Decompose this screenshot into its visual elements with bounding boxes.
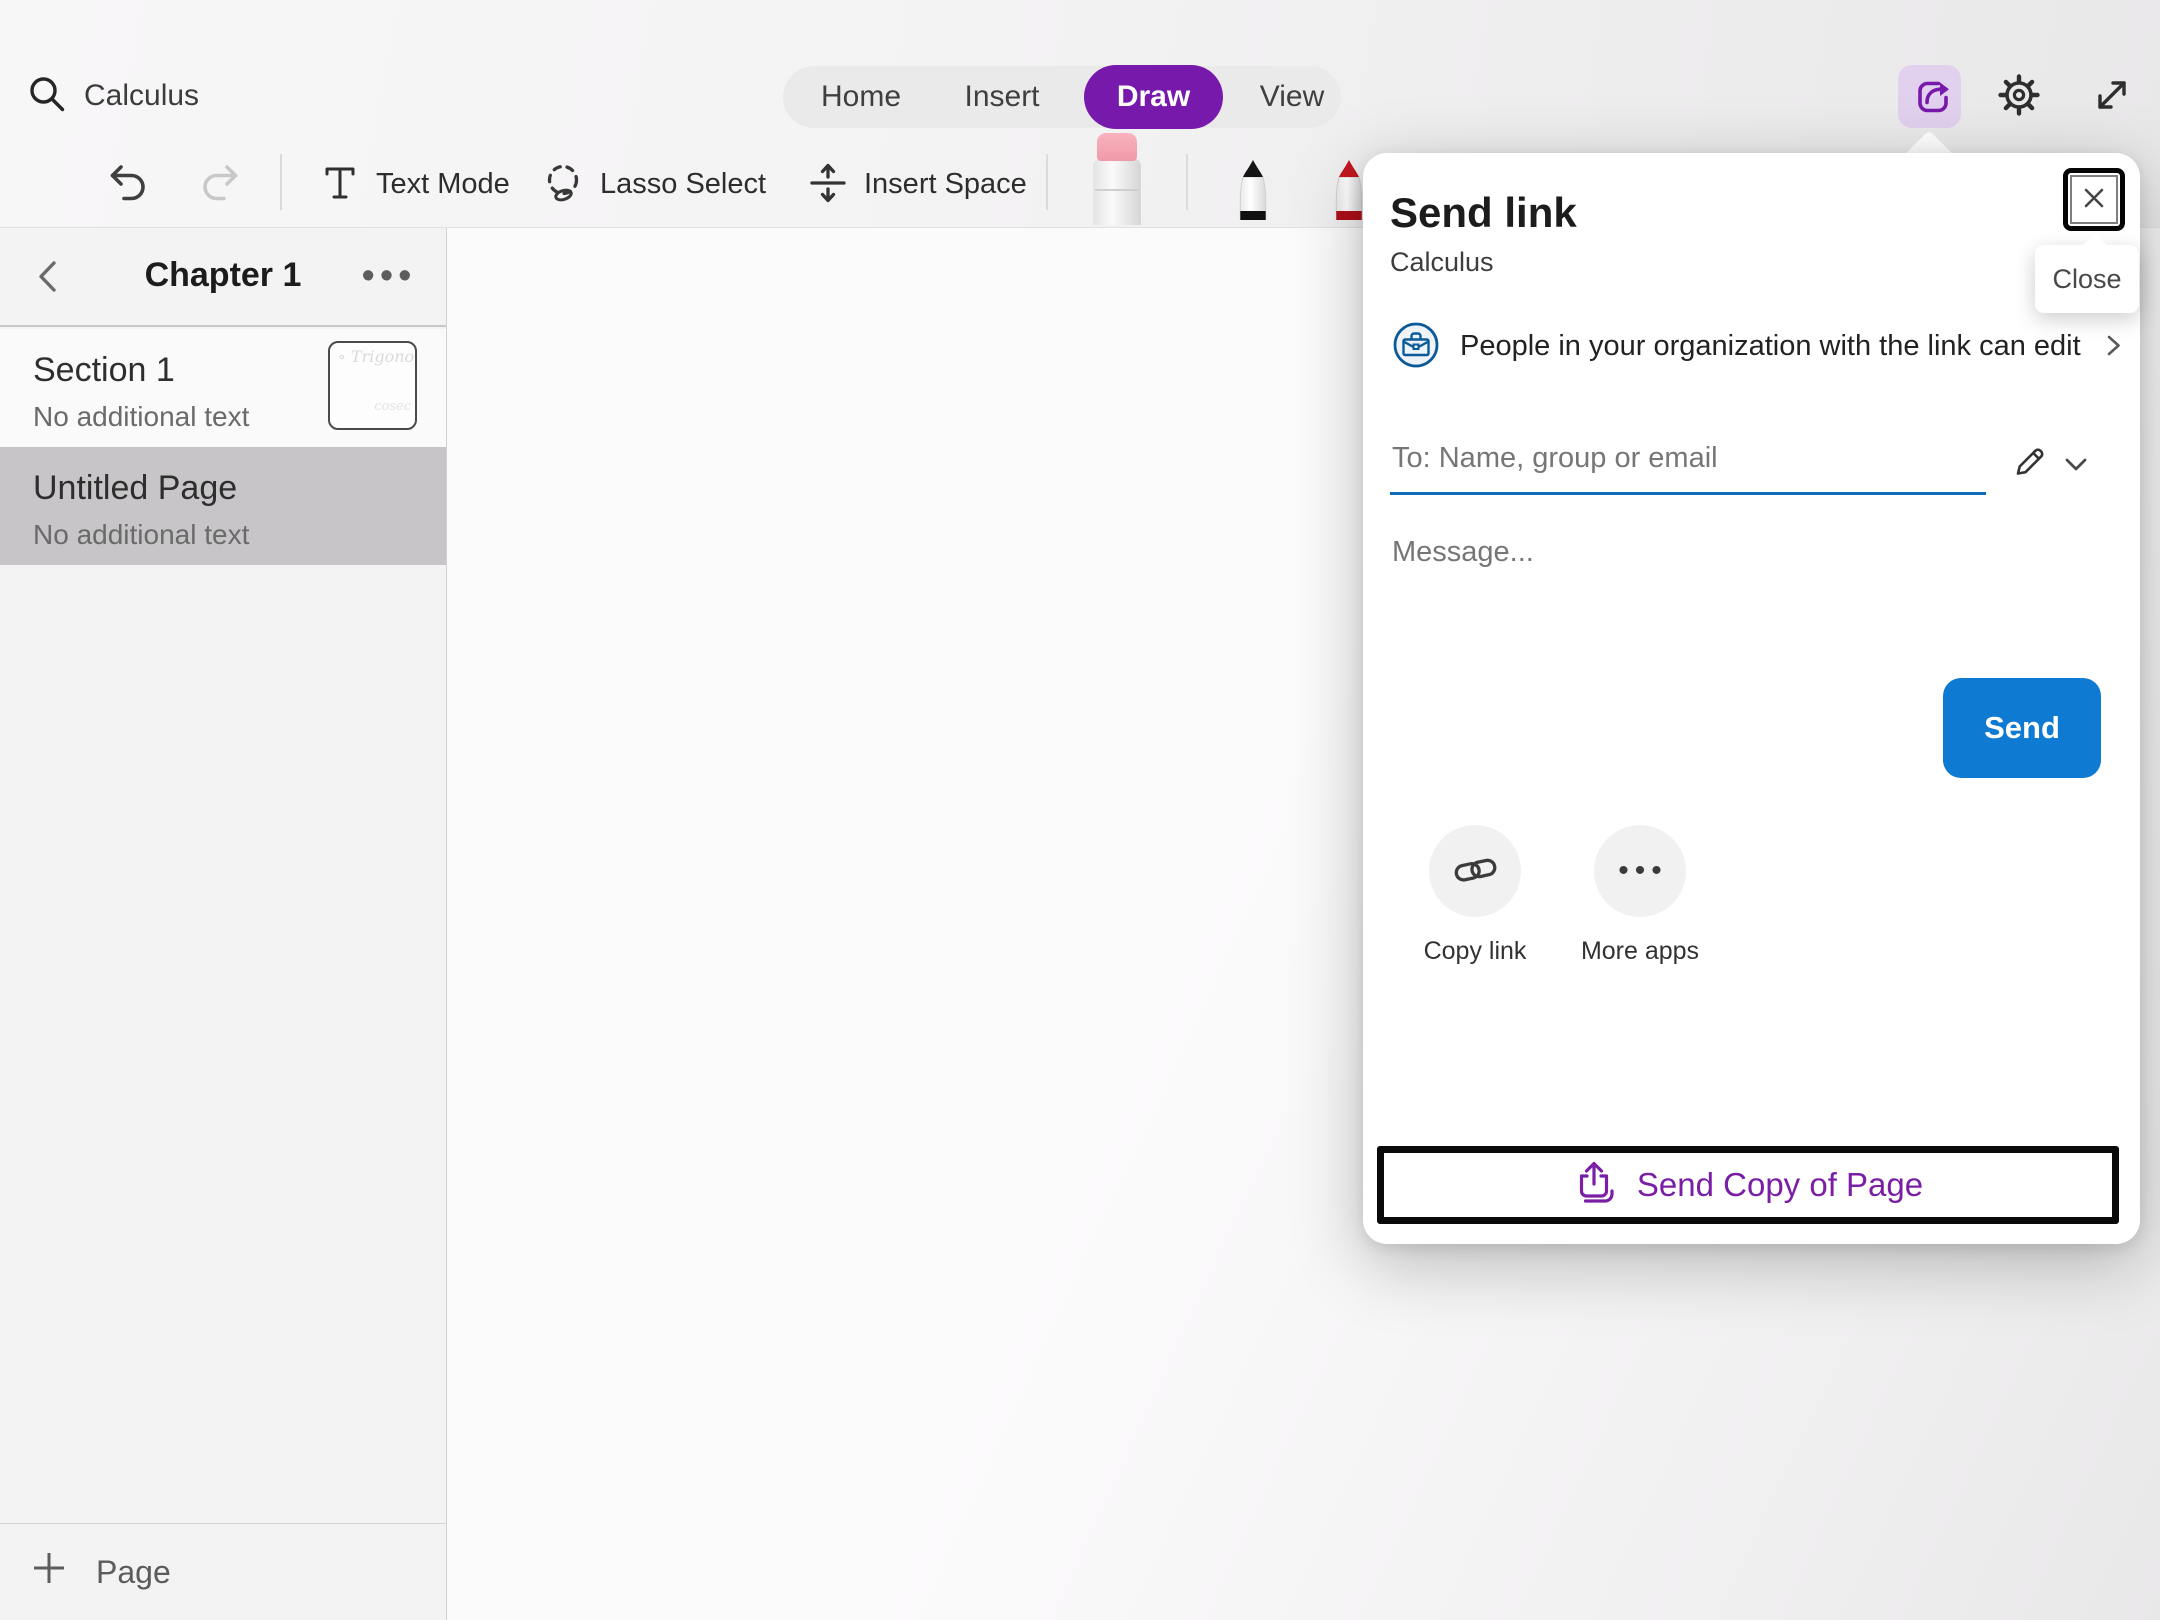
link-chain-icon	[1451, 846, 1499, 897]
ellipsis-icon: •••	[362, 255, 417, 298]
onenote-app: Calculus Text Mode Lasso Select	[0, 0, 2160, 1620]
lasso-select-button[interactable]: Lasso Select	[540, 158, 766, 210]
toolbar-divider	[1186, 154, 1188, 210]
lasso-select-label: Lasso Select	[600, 168, 766, 201]
tab-insert[interactable]: Insert	[964, 66, 1039, 128]
undo-button[interactable]	[100, 158, 156, 210]
section-more-button[interactable]: •••	[354, 248, 424, 304]
plus-icon	[30, 1549, 68, 1595]
dialog-title: Send link	[1390, 189, 1577, 237]
pencil-icon	[2007, 440, 2051, 487]
redo-button[interactable]	[192, 158, 248, 210]
ribbon-tab-bar: Home Insert Draw View	[783, 66, 1341, 128]
message-input[interactable]	[1392, 530, 1912, 574]
notebook-title: Calculus	[84, 79, 199, 113]
organization-briefcase-icon	[1392, 321, 1440, 372]
more-apps-button[interactable]: •••	[1594, 825, 1686, 917]
page-item-title: Untitled Page	[33, 469, 237, 508]
share-icon	[1906, 71, 1954, 122]
toolbar-divider	[280, 154, 282, 210]
copy-link-button[interactable]	[1429, 825, 1521, 917]
close-tooltip: Close	[2035, 245, 2139, 313]
permission-label: People in your organization with the lin…	[1460, 330, 2081, 363]
settings-gear-button[interactable]	[1994, 71, 2044, 121]
more-apps-label: More apps	[1560, 937, 1720, 966]
send-link-dialog: Send link Calculus Close People in your …	[1363, 153, 2140, 1244]
insert-space-label: Insert Space	[864, 168, 1027, 201]
close-dialog-button[interactable]	[2063, 168, 2125, 231]
edit-permission-pencil-button[interactable]	[2003, 439, 2055, 487]
tooltip-arrow	[2082, 233, 2107, 258]
share-button[interactable]	[1898, 65, 1961, 128]
insert-space-button[interactable]: Insert Space	[806, 158, 1027, 210]
send-copy-of-page-button[interactable]: Send Copy of Page	[1377, 1146, 2119, 1224]
tab-home[interactable]: Home	[821, 66, 901, 128]
more-apps-dots-icon: •••	[1612, 854, 1668, 888]
page-item-title: Section 1	[33, 351, 175, 390]
page-item-subtitle: No additional text	[33, 519, 249, 551]
page-item-subtitle: No additional text	[33, 401, 249, 433]
chevron-down-icon	[2059, 449, 2093, 482]
close-icon	[2078, 182, 2110, 217]
lasso-select-icon	[540, 160, 586, 209]
link-permission-row[interactable]: People in your organization with the lin…	[1392, 320, 2127, 372]
sidebar-header: Chapter 1 •••	[0, 228, 446, 327]
text-mode-icon	[318, 161, 362, 208]
share-upload-icon	[1573, 1157, 1619, 1213]
page-list-item-untitled-selected[interactable]: Untitled Page No additional text	[0, 447, 446, 565]
eraser-body-icon	[1093, 159, 1141, 225]
dialog-subtitle: Calculus	[1390, 247, 1494, 278]
toolbar-divider	[1046, 154, 1048, 210]
undo-icon	[105, 160, 151, 209]
black-pen-icon	[1230, 158, 1276, 220]
to-field-underline	[1390, 492, 1986, 495]
eraser-tool[interactable]	[1093, 133, 1141, 225]
thumbnail-ink-text: ∘ Trigono	[338, 347, 414, 366]
tab-draw[interactable]: Draw	[1084, 65, 1223, 129]
gear-icon	[1995, 71, 2043, 122]
redo-icon	[197, 160, 243, 209]
recipient-chevron-down-button[interactable]	[2055, 447, 2097, 483]
copy-link-label: Copy link	[1395, 937, 1555, 966]
to-recipient-input[interactable]	[1392, 436, 1952, 480]
add-page-button[interactable]: Page	[0, 1524, 446, 1620]
tab-view[interactable]: View	[1260, 66, 1324, 128]
fullscreen-expand-button[interactable]	[2088, 72, 2136, 120]
eraser-cap-icon	[1097, 133, 1137, 161]
insert-space-icon	[806, 161, 850, 208]
add-page-label: Page	[96, 1554, 171, 1591]
text-mode-label: Text Mode	[376, 168, 510, 201]
search-icon	[26, 73, 68, 120]
page-thumbnail: ∘ Trigono cosec	[328, 341, 417, 430]
close-tooltip-label: Close	[2052, 264, 2121, 295]
notebook-search[interactable]: Calculus	[26, 72, 199, 120]
text-mode-button[interactable]: Text Mode	[318, 158, 510, 210]
expand-diagonal-icon	[2088, 71, 2136, 122]
page-list-sidebar: Chapter 1 ••• Section 1 No additional te…	[0, 228, 447, 1620]
black-pen-tool[interactable]	[1230, 158, 1276, 225]
thumbnail-ink-text: cosec	[374, 399, 411, 414]
send-button[interactable]: Send	[1943, 678, 2101, 778]
page-list-item-section1[interactable]: Section 1 No additional text ∘ Trigono c…	[0, 329, 446, 447]
chevron-right-icon	[2101, 330, 2127, 363]
